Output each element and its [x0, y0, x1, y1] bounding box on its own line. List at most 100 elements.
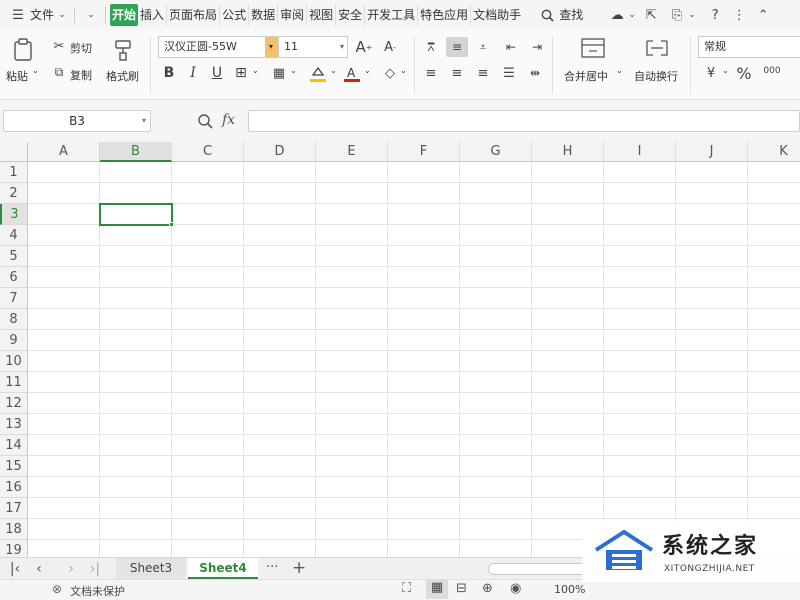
- align-bottom-icon[interactable]: ⩡: [474, 38, 492, 56]
- format-painter-icon[interactable]: [110, 36, 136, 64]
- eraser-icon[interactable]: ◇: [380, 64, 400, 82]
- add-sheet-button[interactable]: +: [292, 558, 306, 578]
- chevron-down-icon[interactable]: ⌄: [400, 66, 407, 75]
- more-options-icon[interactable]: ⋮: [729, 5, 749, 25]
- row-header[interactable]: 11: [0, 372, 28, 393]
- align-top-icon[interactable]: ⩞: [422, 38, 440, 56]
- merge-cells-icon[interactable]: [580, 36, 606, 60]
- column-header[interactable]: D: [244, 142, 316, 162]
- fullscreen-icon[interactable]: ⛶: [402, 581, 411, 596]
- help-icon[interactable]: ?: [705, 5, 725, 25]
- column-header[interactable]: G: [460, 142, 532, 162]
- tab-data[interactable]: 数据: [249, 4, 279, 26]
- formula-input[interactable]: [248, 110, 800, 132]
- align-right-icon[interactable]: ≡: [474, 64, 492, 82]
- row-header[interactable]: 9: [0, 330, 28, 351]
- tab-formulas[interactable]: 公式: [220, 4, 250, 26]
- align-left-icon[interactable]: ≡: [422, 64, 440, 82]
- chevron-down-icon[interactable]: ▾: [142, 111, 146, 131]
- format-painter-button[interactable]: 格式刷: [106, 68, 139, 84]
- row-header[interactable]: 2: [0, 183, 28, 204]
- chevron-down-icon[interactable]: ⌄: [364, 66, 371, 75]
- thousands-separator-icon[interactable]: 000: [760, 62, 784, 80]
- share-icon[interactable]: ⇱: [641, 5, 661, 25]
- align-center-icon[interactable]: ≡: [448, 64, 466, 82]
- sheet-tab[interactable]: Sheet3: [116, 558, 186, 579]
- dropdown-arrow-icon[interactable]: ▾: [265, 37, 277, 57]
- row-header[interactable]: 18: [0, 519, 28, 540]
- tab-review[interactable]: 审阅: [278, 4, 308, 26]
- align-middle-icon[interactable]: ≡: [446, 37, 468, 57]
- distributed-align-icon[interactable]: ⇹: [526, 64, 544, 82]
- search-button[interactable]: 查找: [557, 5, 585, 25]
- justify-icon[interactable]: ☰: [500, 64, 518, 82]
- font-name-select[interactable]: 汉仪正圆-55W ▾: [158, 36, 278, 58]
- italic-icon[interactable]: I: [184, 64, 202, 82]
- row-header[interactable]: 1: [0, 162, 28, 183]
- number-format-select[interactable]: 常规: [698, 36, 800, 58]
- file-menu[interactable]: 文件: [28, 5, 56, 25]
- tab-special-apps[interactable]: 特色应用: [418, 4, 472, 26]
- column-header[interactable]: F: [388, 142, 460, 162]
- collapse-ribbon-icon[interactable]: ⌃: [753, 5, 773, 25]
- chevron-down-icon[interactable]: ⌄: [616, 66, 623, 75]
- font-size-select[interactable]: 11 ▾: [278, 36, 348, 58]
- chevron-down-icon[interactable]: ▾: [340, 37, 344, 57]
- column-header[interactable]: B: [100, 142, 172, 162]
- row-header[interactable]: 16: [0, 477, 28, 498]
- normal-view-icon[interactable]: ▦: [426, 580, 448, 599]
- paint-bucket-icon[interactable]: [308, 64, 328, 84]
- protection-status[interactable]: 文档未保护: [70, 583, 125, 599]
- wrap-text-button[interactable]: 自动换行: [634, 68, 678, 84]
- paste-icon[interactable]: [10, 36, 36, 64]
- fill-color-format-icon[interactable]: ▦: [270, 64, 288, 82]
- increase-font-size-icon[interactable]: A +: [354, 38, 374, 56]
- column-header[interactable]: H: [532, 142, 604, 162]
- increase-indent-icon[interactable]: ⇥: [528, 38, 546, 56]
- merge-center-button[interactable]: 合并居中: [564, 68, 608, 84]
- spreadsheet-grid[interactable]: ABCDEFGHIJK 1 2 3 4 5 6 7 8 9 10 11 12 13 14 15 16 17 18 1…: [0, 142, 800, 557]
- search-icon[interactable]: [537, 5, 557, 25]
- tab-developer[interactable]: 开发工具: [365, 4, 419, 26]
- more-sheets-button[interactable]: ···: [266, 560, 278, 575]
- hamburger-menu-icon[interactable]: ☰: [8, 5, 28, 25]
- first-sheet-icon[interactable]: |‹: [6, 560, 24, 578]
- chevron-down-icon[interactable]: ⌄: [290, 66, 297, 75]
- currency-icon[interactable]: ¥: [702, 64, 720, 82]
- underline-icon[interactable]: U: [208, 64, 226, 82]
- last-sheet-icon[interactable]: ›|: [86, 560, 104, 578]
- row-header[interactable]: 5: [0, 246, 28, 267]
- row-header[interactable]: 4: [0, 225, 28, 246]
- chevron-down-icon[interactable]: ⌄: [252, 66, 259, 75]
- scissors-icon[interactable]: ✂: [52, 38, 66, 54]
- wrap-text-icon[interactable]: [644, 36, 670, 60]
- tab-security[interactable]: 安全: [336, 4, 366, 26]
- fill-handle[interactable]: [169, 222, 174, 227]
- row-header[interactable]: 3: [0, 204, 28, 225]
- insert-function-button[interactable]: fx: [222, 112, 235, 128]
- row-header[interactable]: 6: [0, 267, 28, 288]
- chevron-down-icon[interactable]: ⌄: [330, 66, 337, 75]
- paste-button[interactable]: 粘贴: [6, 68, 28, 84]
- cloud-sync-icon[interactable]: ☁: [607, 5, 627, 25]
- export-icon[interactable]: ⎘: [667, 5, 687, 25]
- borders-icon[interactable]: ⊞: [232, 64, 250, 82]
- tab-insert[interactable]: 插入: [138, 4, 168, 26]
- column-header[interactable]: A: [28, 142, 100, 162]
- row-header[interactable]: 12: [0, 393, 28, 414]
- tab-view[interactable]: 视图: [307, 4, 337, 26]
- tab-doc-assistant[interactable]: 文档助手: [471, 4, 523, 26]
- chevron-down-icon[interactable]: ⌄: [56, 5, 68, 25]
- row-header[interactable]: 7: [0, 288, 28, 309]
- row-header[interactable]: 19: [0, 540, 28, 557]
- bold-icon[interactable]: B: [160, 64, 178, 82]
- tab-home[interactable]: 开始: [110, 4, 139, 26]
- decrease-font-size-icon[interactable]: A-: [380, 38, 400, 56]
- font-color-icon[interactable]: A: [342, 64, 362, 84]
- quick-access-dropdown-icon[interactable]: ⌄: [81, 5, 101, 25]
- row-header[interactable]: 17: [0, 498, 28, 519]
- column-header[interactable]: K: [748, 142, 800, 162]
- chevron-down-icon[interactable]: ⌄: [687, 5, 697, 25]
- page-layout-view-icon[interactable]: ⊟: [456, 581, 467, 596]
- copy-icon[interactable]: ⧉: [52, 64, 66, 80]
